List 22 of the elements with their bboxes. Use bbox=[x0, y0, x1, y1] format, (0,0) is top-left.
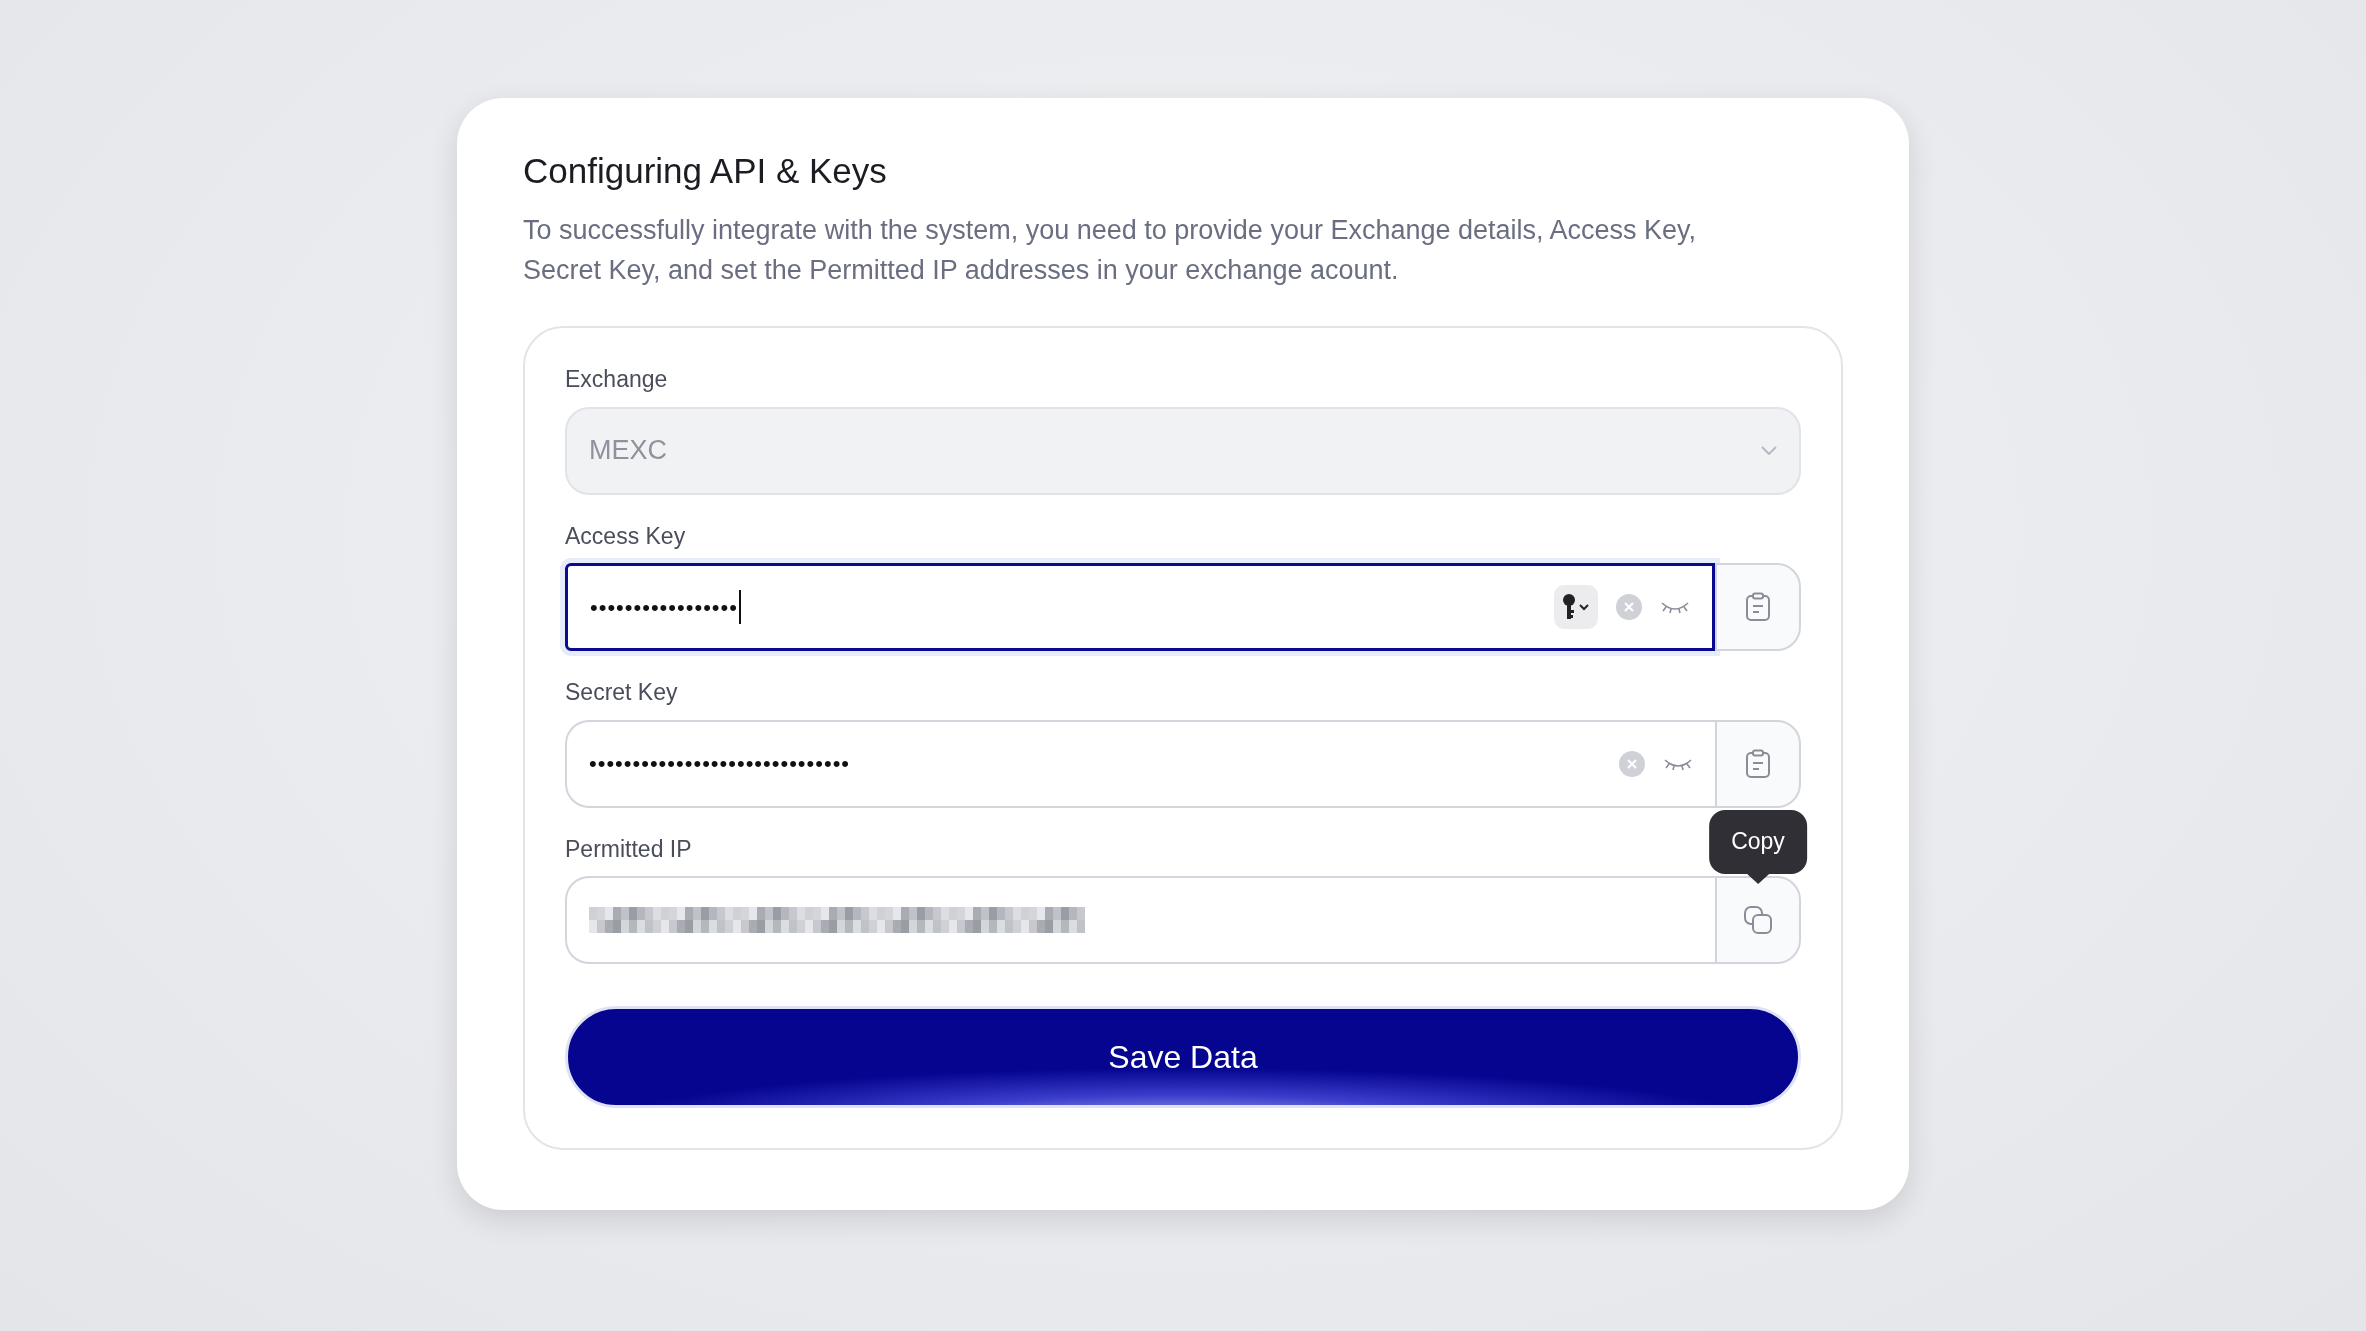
field-label: Permitted IP bbox=[565, 834, 692, 864]
chevron-down-icon bbox=[1761, 445, 1777, 456]
field-label: Secret Key bbox=[565, 678, 678, 707]
field-label: Exchange bbox=[565, 365, 668, 394]
text-caret bbox=[738, 590, 741, 624]
paste-button[interactable] bbox=[1715, 719, 1801, 808]
clipboard-icon bbox=[1745, 748, 1771, 779]
paste-button[interactable] bbox=[1715, 563, 1801, 651]
masked-value: •••••••••••••••••••••••••••••• bbox=[589, 750, 852, 778]
page-title: Configuring API & Keys bbox=[523, 150, 888, 192]
field-label: Access Key bbox=[565, 521, 686, 551]
key-icon bbox=[1561, 593, 1591, 621]
clipboard-icon bbox=[1745, 592, 1771, 622]
input-field[interactable]: •••••••••••••••••••••••••••••• bbox=[565, 719, 1715, 808]
description: To successfully integrate with the system, you need to provide your Exchange details, Access Key, Secret Key, and set the Permitted IP addresses in your exchange acount. bbox=[523, 214, 1698, 287]
eye-closed-icon[interactable] bbox=[1660, 599, 1690, 615]
masked-value: ••••••••••••••••• bbox=[590, 590, 1554, 624]
save-button[interactable]: Save Data bbox=[565, 1006, 1801, 1108]
key-menu-button[interactable] bbox=[1554, 585, 1598, 629]
tooltip: Copy bbox=[1709, 810, 1807, 874]
tooltip-pointer bbox=[1747, 874, 1769, 884]
copy-icon bbox=[1743, 905, 1773, 935]
